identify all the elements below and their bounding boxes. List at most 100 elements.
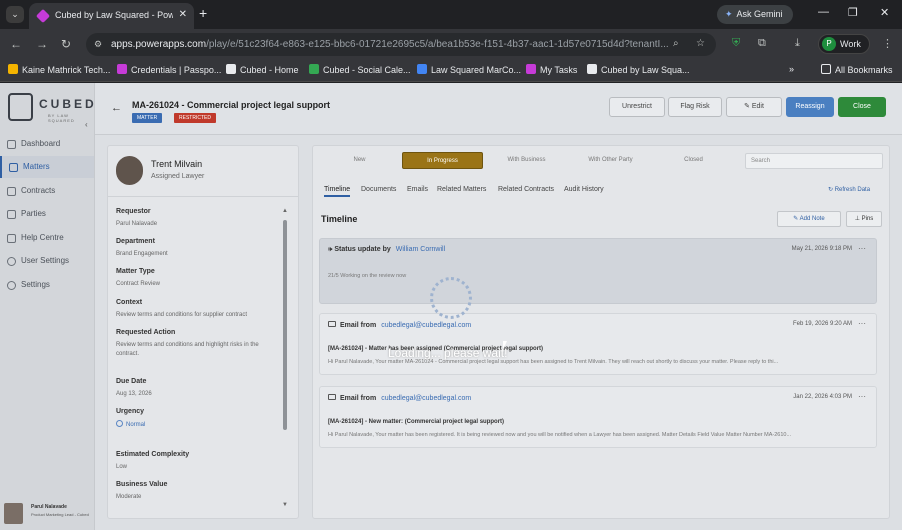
bookmark-label: Law Squared MarCo... [431,65,522,75]
refresh-data-button[interactable]: ↻ Refresh Data [828,186,870,193]
tab-audit-history[interactable]: Audit History [564,186,604,193]
stage-new[interactable]: New [319,152,400,169]
timeline-entry[interactable]: 🕪 Status update by William Cornwill May 2… [319,238,877,304]
site-info-icon[interactable]: ⚙ [94,39,106,50]
entry-author[interactable]: William Cornwill [396,246,445,253]
sidebar-item-dashboard[interactable]: Dashboard [0,133,94,155]
tab-search-icon[interactable]: ⌄ [6,6,24,23]
timeline-search-input[interactable]: Search [745,153,883,169]
entry-date: Jan 22, 2026 4:03 PM [793,394,852,400]
close-tab-icon[interactable]: ✕ [179,9,187,20]
more-bookmarks-icon[interactable]: » [789,64,794,74]
shield-extension-icon[interactable]: ⛨ [732,37,740,50]
minimize-icon[interactable]: — [818,6,829,18]
tab-emails[interactable]: Emails [407,186,428,193]
reload-icon[interactable]: ↻ [61,37,71,51]
bookmark-item[interactable]: Kaine Mathrick Tech... [8,64,110,75]
bookmark-star-icon[interactable]: ☆ [696,38,705,49]
profile-button[interactable]: P Work [818,34,870,54]
bookmark-label: Kaine Mathrick Tech... [22,65,111,75]
sidebar-item-user-settings[interactable]: User Settings [0,250,94,272]
matters-icon [9,163,18,172]
close-button[interactable]: Close [838,97,886,117]
close-window-icon[interactable]: ✕ [880,6,889,19]
tab-related-matters[interactable]: Related Matters [437,186,486,193]
matter-header: ← MA-261024 - Commercial project legal s… [95,83,902,135]
unrestrict-button[interactable]: Unrestrict [609,97,665,117]
bookmark-item[interactable]: My Tasks [526,64,577,75]
user-name: Parul Nalavade [31,504,67,510]
more-options-icon[interactable]: ··· [858,319,866,328]
browser-tab-strip: ⌄ Cubed by Law Squared - Power Apps ✕ + … [0,0,902,29]
flag-risk-button[interactable]: Flag Risk [668,97,722,117]
sidebar-item-parties[interactable]: Parties [0,203,94,225]
bookmark-item[interactable]: Law Squared MarCo... [417,64,521,75]
sidebar-item-label: Help Centre [21,233,64,242]
back-arrow-icon[interactable]: ← [111,102,122,114]
tab-timeline[interactable]: Timeline [324,186,351,197]
new-tab-icon[interactable]: + [199,5,207,21]
entry-header: 🕪 Status update by William Cornwill [328,246,445,254]
chrome-menu-icon[interactable]: ⋮ [882,37,893,50]
field-value: Low [116,464,128,470]
stage-closed[interactable]: Closed [653,152,734,169]
tab-documents[interactable]: Documents [361,186,396,193]
loading-spinner [430,277,472,319]
scroll-down-icon[interactable]: ▼ [282,502,288,508]
field-label: Urgency [116,408,145,415]
restore-icon[interactable]: ❐ [848,6,858,19]
bookmark-favicon [8,64,18,74]
entry-body: Hi Parul Nalavade, Your matter has been … [328,432,792,438]
scroll-thumb[interactable] [283,220,287,430]
pin-icon: ⊥ [854,216,862,222]
add-note-button[interactable]: ✎ Add Note [777,211,841,227]
pins-button[interactable]: ⊥ Pins [846,211,882,227]
refresh-icon: ↻ [828,187,835,193]
avatar [4,503,23,524]
more-options-icon[interactable]: ··· [858,244,866,253]
bookmark-item[interactable]: Cubed - Home [226,64,299,75]
reassign-button[interactable]: Reassign [786,97,834,117]
extensions-puzzle-icon[interactable]: ⧉ [758,37,766,50]
brand-name: CUBED [39,97,97,111]
current-user[interactable]: Parul Nalavade Product Marketing Lead - … [4,500,92,528]
field-value: Review terms and conditions and highligh… [116,342,259,357]
bookmark-item[interactable]: Cubed by Law Squa... [587,64,690,75]
ask-gemini-button[interactable]: ✦ Ask Gemini [717,5,793,24]
edit-button[interactable]: ✎ Edit [726,97,782,117]
entry-author[interactable]: cubedlegal@cubedlegal.com [381,322,471,329]
download-icon[interactable]: ⤓ [795,37,800,50]
bookmark-item[interactable]: Credentials | Passpo... [117,64,221,75]
details-scrollbar[interactable]: ▲ ▼ [282,208,288,514]
scroll-up-icon[interactable]: ▲ [282,208,288,214]
address-bar[interactable]: ⚙ apps.powerapps.com/play/e/51c23f64-e86… [86,33,716,56]
sidebar-item-matters[interactable]: Matters [0,156,94,178]
matter-details-card: Trent Milvain Assigned Lawyer Requestor … [107,145,299,519]
stage-in-progress[interactable]: In Progress [402,152,483,169]
bookmark-item[interactable]: Cubed - Social Cale... [309,64,411,75]
sidebar-item-settings[interactable]: Settings [0,274,94,296]
all-bookmarks-button[interactable]: All Bookmarks [821,64,893,75]
matter-main-panel: New In Progress With Business With Other… [312,145,890,519]
stage-with-other-party[interactable]: With Other Party [570,152,651,169]
timeline-entry[interactable]: Email from cubedlegal@cubedlegal.com Feb … [319,313,877,375]
browser-tab[interactable]: Cubed by Law Squared - Power Apps ✕ [29,3,194,29]
sidebar-item-help-centre[interactable]: Help Centre [0,227,94,249]
sidebar-item-contracts[interactable]: Contracts [0,180,94,202]
entry-subject: [MA-261024] - New matter: (Commercial pr… [328,419,505,425]
bookmark-favicon [226,64,236,74]
back-arrow-icon[interactable]: ← [10,37,22,51]
field-value: Aug 13, 2026 [116,391,152,397]
tab-related-contracts[interactable]: Related Contracts [498,186,554,193]
user-icon [7,257,16,266]
collapse-sidebar-icon[interactable]: ‹ [85,120,88,129]
entry-author[interactable]: cubedlegal@cubedlegal.com [381,395,471,402]
urgency-icon [116,420,123,427]
forward-arrow-icon[interactable]: → [36,37,48,51]
more-options-icon[interactable]: ··· [858,392,866,401]
pins-label: Pins [861,216,874,222]
stage-with-business[interactable]: With Business [486,152,567,169]
zoom-icon[interactable]: ⌕ [673,38,679,49]
field-label: Context [116,299,143,306]
timeline-entry[interactable]: Email from cubedlegal@cubedlegal.com Jan … [319,386,877,448]
